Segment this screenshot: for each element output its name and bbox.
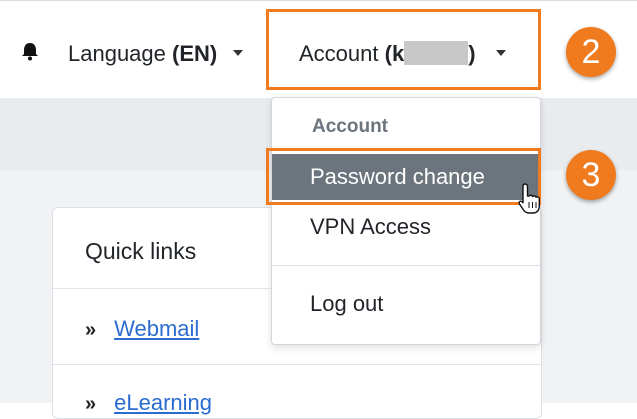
account-highlight-box [266,9,541,90]
dropdown-header: Account [312,116,388,137]
hand-pointer-icon [518,183,540,214]
caret-down-icon [233,50,244,57]
webmail-link[interactable]: Webmail [114,316,199,341]
bell-icon[interactable] [20,41,40,61]
account-dropdown-menu: Account Password change VPN Access Log o… [271,97,541,345]
dropdown-divider [272,265,540,266]
logout-item[interactable]: Log out [272,281,540,327]
card-divider [53,364,541,365]
step-badge-3: 3 [566,150,616,200]
list-item: » Webmail [85,316,199,342]
language-label: Language [68,41,166,66]
language-code: (EN) [172,41,218,66]
quick-links-title: Quick links [85,238,197,264]
vpn-access-item[interactable]: VPN Access [272,204,540,250]
double-chevron-icon: » [85,319,97,341]
language-dropdown[interactable]: Language (EN) [68,41,244,67]
double-chevron-icon: » [85,393,97,415]
step-badge-2: 2 [566,27,616,77]
password-change-highlight-box [266,148,541,205]
list-item: » eLearning [85,390,212,416]
